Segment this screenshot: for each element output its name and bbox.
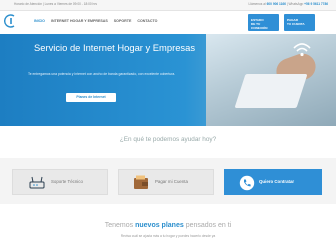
hero-description: Te entregamos una potencia y Internet co…: [28, 72, 176, 76]
contact-prefix: Llámenos al: [248, 2, 266, 6]
router-icon: [29, 176, 45, 189]
laptop-shape: [234, 74, 308, 108]
hire-card-label: Quiero Contratar: [259, 179, 295, 184]
top-info-bar: Horario de Atención | Lunes a Viernes de…: [0, 0, 336, 11]
pay-line2: TU CUENTA: [287, 22, 305, 26]
plans-heading-bold: nuevos planes: [135, 222, 184, 229]
plans-heading-prefix: Tenemos: [104, 222, 134, 229]
hire-card[interactable]: Quiero Contratar: [224, 169, 322, 195]
hero-title: Servicio de Internet Hogar y Empresas: [34, 42, 196, 53]
plans-heading-suffix: pensados en ti: [185, 222, 232, 229]
pay-account-card[interactable]: Pagar mi Cuenta: [118, 169, 214, 195]
internet-plans-button[interactable]: Planes de Internet: [66, 93, 116, 102]
plans-subtitle: Revisa cuál se ajusta más a tu hogar y p…: [120, 234, 216, 238]
logo-icon[interactable]: [4, 14, 18, 28]
status-line2: DE TU CONEXIÓN: [251, 22, 268, 30]
hero-photo: [206, 34, 336, 126]
main-nav: INICIO INTERNET HOGAR Y EMPRESAS SOPORTE…: [34, 19, 157, 23]
support-card-label: Soporte Técnico: [51, 179, 83, 184]
phone-icon: [239, 175, 255, 191]
whatsapp-label: WhatsApp: [288, 2, 304, 6]
whatsapp-number[interactable]: +56 9 5611 7786: [304, 2, 328, 6]
phone-number[interactable]: 600 906 1166: [267, 2, 286, 6]
plans-heading: Tenemos nuevos planes pensados en ti: [0, 222, 336, 229]
wifi-icon: [293, 43, 311, 57]
support-card[interactable]: Soporte Técnico: [12, 169, 108, 195]
nav-item-internet[interactable]: INTERNET HOGAR Y EMPRESAS: [51, 19, 108, 23]
hero-banner: Servicio de Internet Hogar y Empresas Te…: [0, 34, 336, 126]
nav-item-soporte[interactable]: SOPORTE: [114, 19, 132, 23]
pay-account-label: Pagar mi Cuenta: [155, 179, 188, 184]
business-hours: Horario de Atención | Lunes a Viernes de…: [14, 2, 97, 6]
contact-info: Llámenos al 600 906 1166 | WhatsApp +56 …: [248, 2, 328, 6]
wallet-icon: [134, 175, 148, 189]
nav-item-inicio[interactable]: INICIO: [34, 19, 45, 23]
nav-item-contacto[interactable]: CONTACTO: [137, 19, 157, 23]
connection-status-button[interactable]: ESTADO DE TU CONEXIÓN: [248, 14, 279, 31]
help-question: ¿En qué te podemos ayudar hoy?: [119, 136, 217, 143]
pay-bill-button[interactable]: PAGAR TU CUENTA: [284, 14, 315, 31]
